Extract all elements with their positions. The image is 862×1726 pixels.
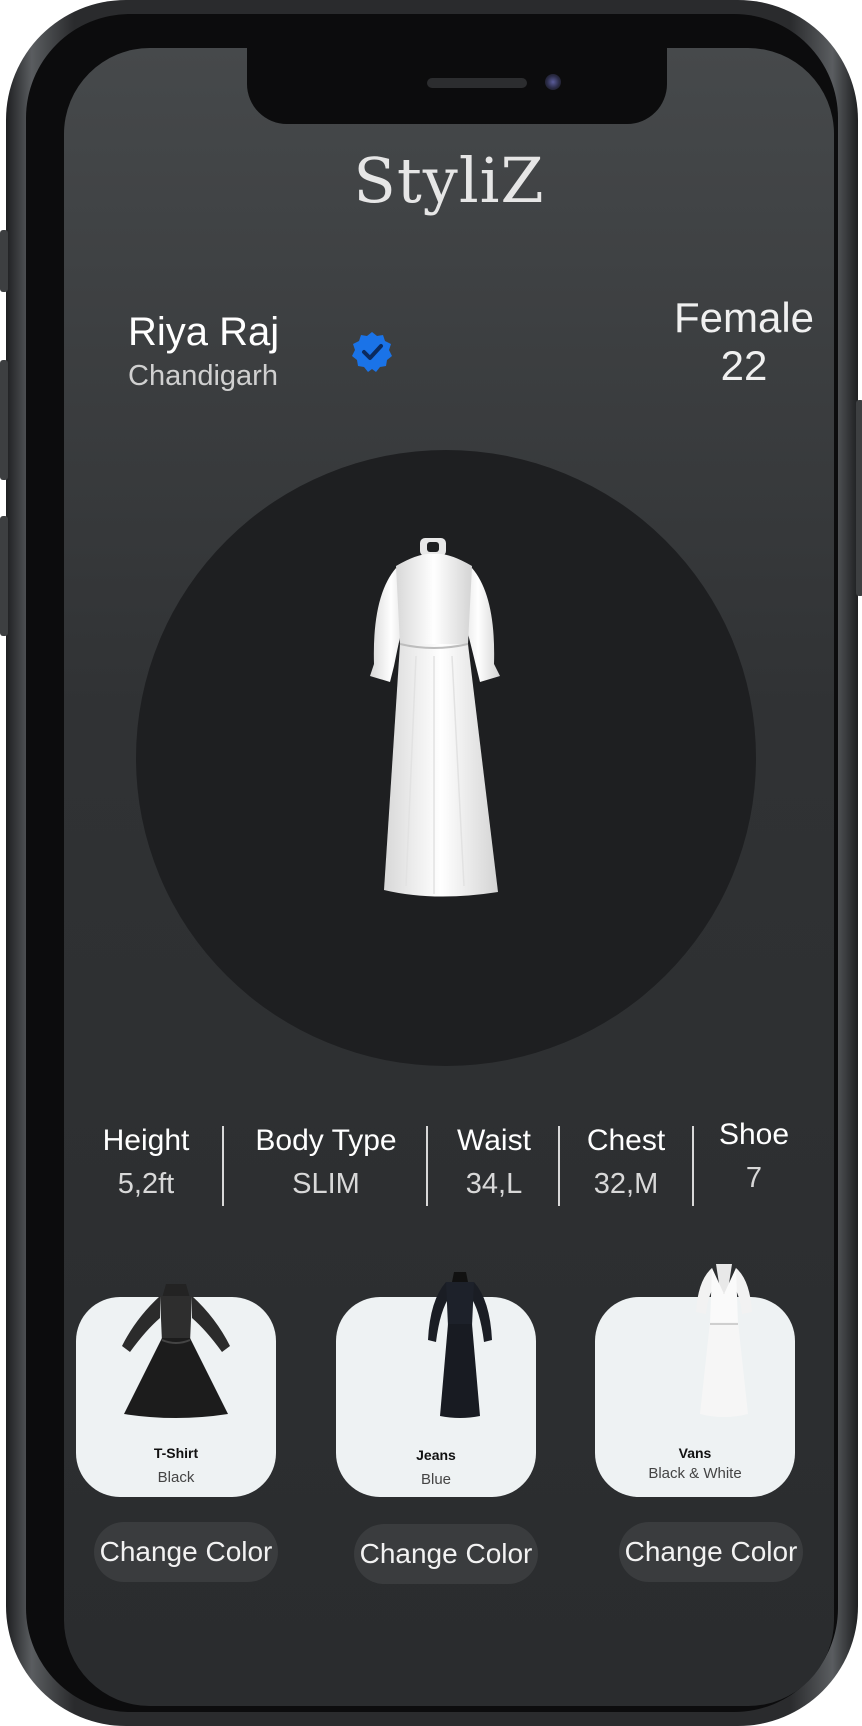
stat-shoe: Shoe 7 (694, 1118, 814, 1195)
notch (247, 48, 667, 124)
verified-badge-icon (352, 332, 392, 372)
side-button (0, 230, 8, 292)
item-subtitle: Black & White (648, 1465, 742, 1482)
stat-body-type: Body Type SLIM (228, 1124, 424, 1201)
white-wrap-dress-image (696, 1264, 752, 1417)
stat-label: Shoe (718, 1118, 790, 1151)
stat-divider (558, 1126, 560, 1206)
side-button (0, 360, 8, 480)
item-title: Jeans (416, 1447, 456, 1463)
change-color-button[interactable]: Change Color (619, 1522, 803, 1582)
profile-city: Chandigarh (128, 360, 278, 392)
profile-name: Riya Raj (128, 310, 280, 354)
item-subtitle: Blue (420, 1471, 452, 1488)
side-button (856, 400, 862, 596)
change-color-button[interactable]: Change Color (354, 1524, 538, 1584)
stat-label: Body Type (255, 1124, 397, 1157)
stat-divider (222, 1126, 224, 1206)
item-subtitle: Black (157, 1469, 195, 1486)
app-logo: StyliZ (353, 144, 545, 217)
phone-bezel: StyliZ Riya Raj Chandigarh Female 22 Hei… (26, 14, 838, 1712)
stat-height: Height 5,2ft (86, 1124, 206, 1201)
stat-value: 34,L (465, 1168, 523, 1200)
stat-value: 32,M (593, 1168, 659, 1200)
app-screen: StyliZ Riya Raj Chandigarh Female 22 Hei… (64, 48, 834, 1706)
stat-value: SLIM (292, 1168, 360, 1200)
phone-frame: StyliZ Riya Raj Chandigarh Female 22 Hei… (0, 0, 862, 1726)
stat-waist: Waist 34,L (430, 1124, 558, 1201)
stat-label: Chest (586, 1124, 666, 1157)
black-flared-dress-image (122, 1284, 230, 1418)
profile-age: 22 (720, 342, 768, 389)
profile-gender: Female (673, 294, 815, 341)
stat-value: 5,2ft (117, 1168, 175, 1200)
side-button (0, 516, 8, 636)
profile-gender-age: Female 22 (644, 294, 834, 390)
stat-chest: Chest 32,M (562, 1124, 690, 1201)
item-title: Vans (678, 1445, 712, 1461)
stat-label: Height (102, 1124, 190, 1157)
front-camera-icon (545, 74, 561, 90)
stat-label: Waist (457, 1124, 531, 1157)
stat-value: 7 (745, 1162, 763, 1194)
item-title: T-Shirt (153, 1445, 199, 1461)
navy-dress-image (428, 1272, 492, 1418)
stat-divider (426, 1126, 428, 1206)
white-dress-image (370, 538, 500, 897)
change-color-button[interactable]: Change Color (94, 1522, 278, 1582)
speaker-grille (427, 78, 527, 88)
